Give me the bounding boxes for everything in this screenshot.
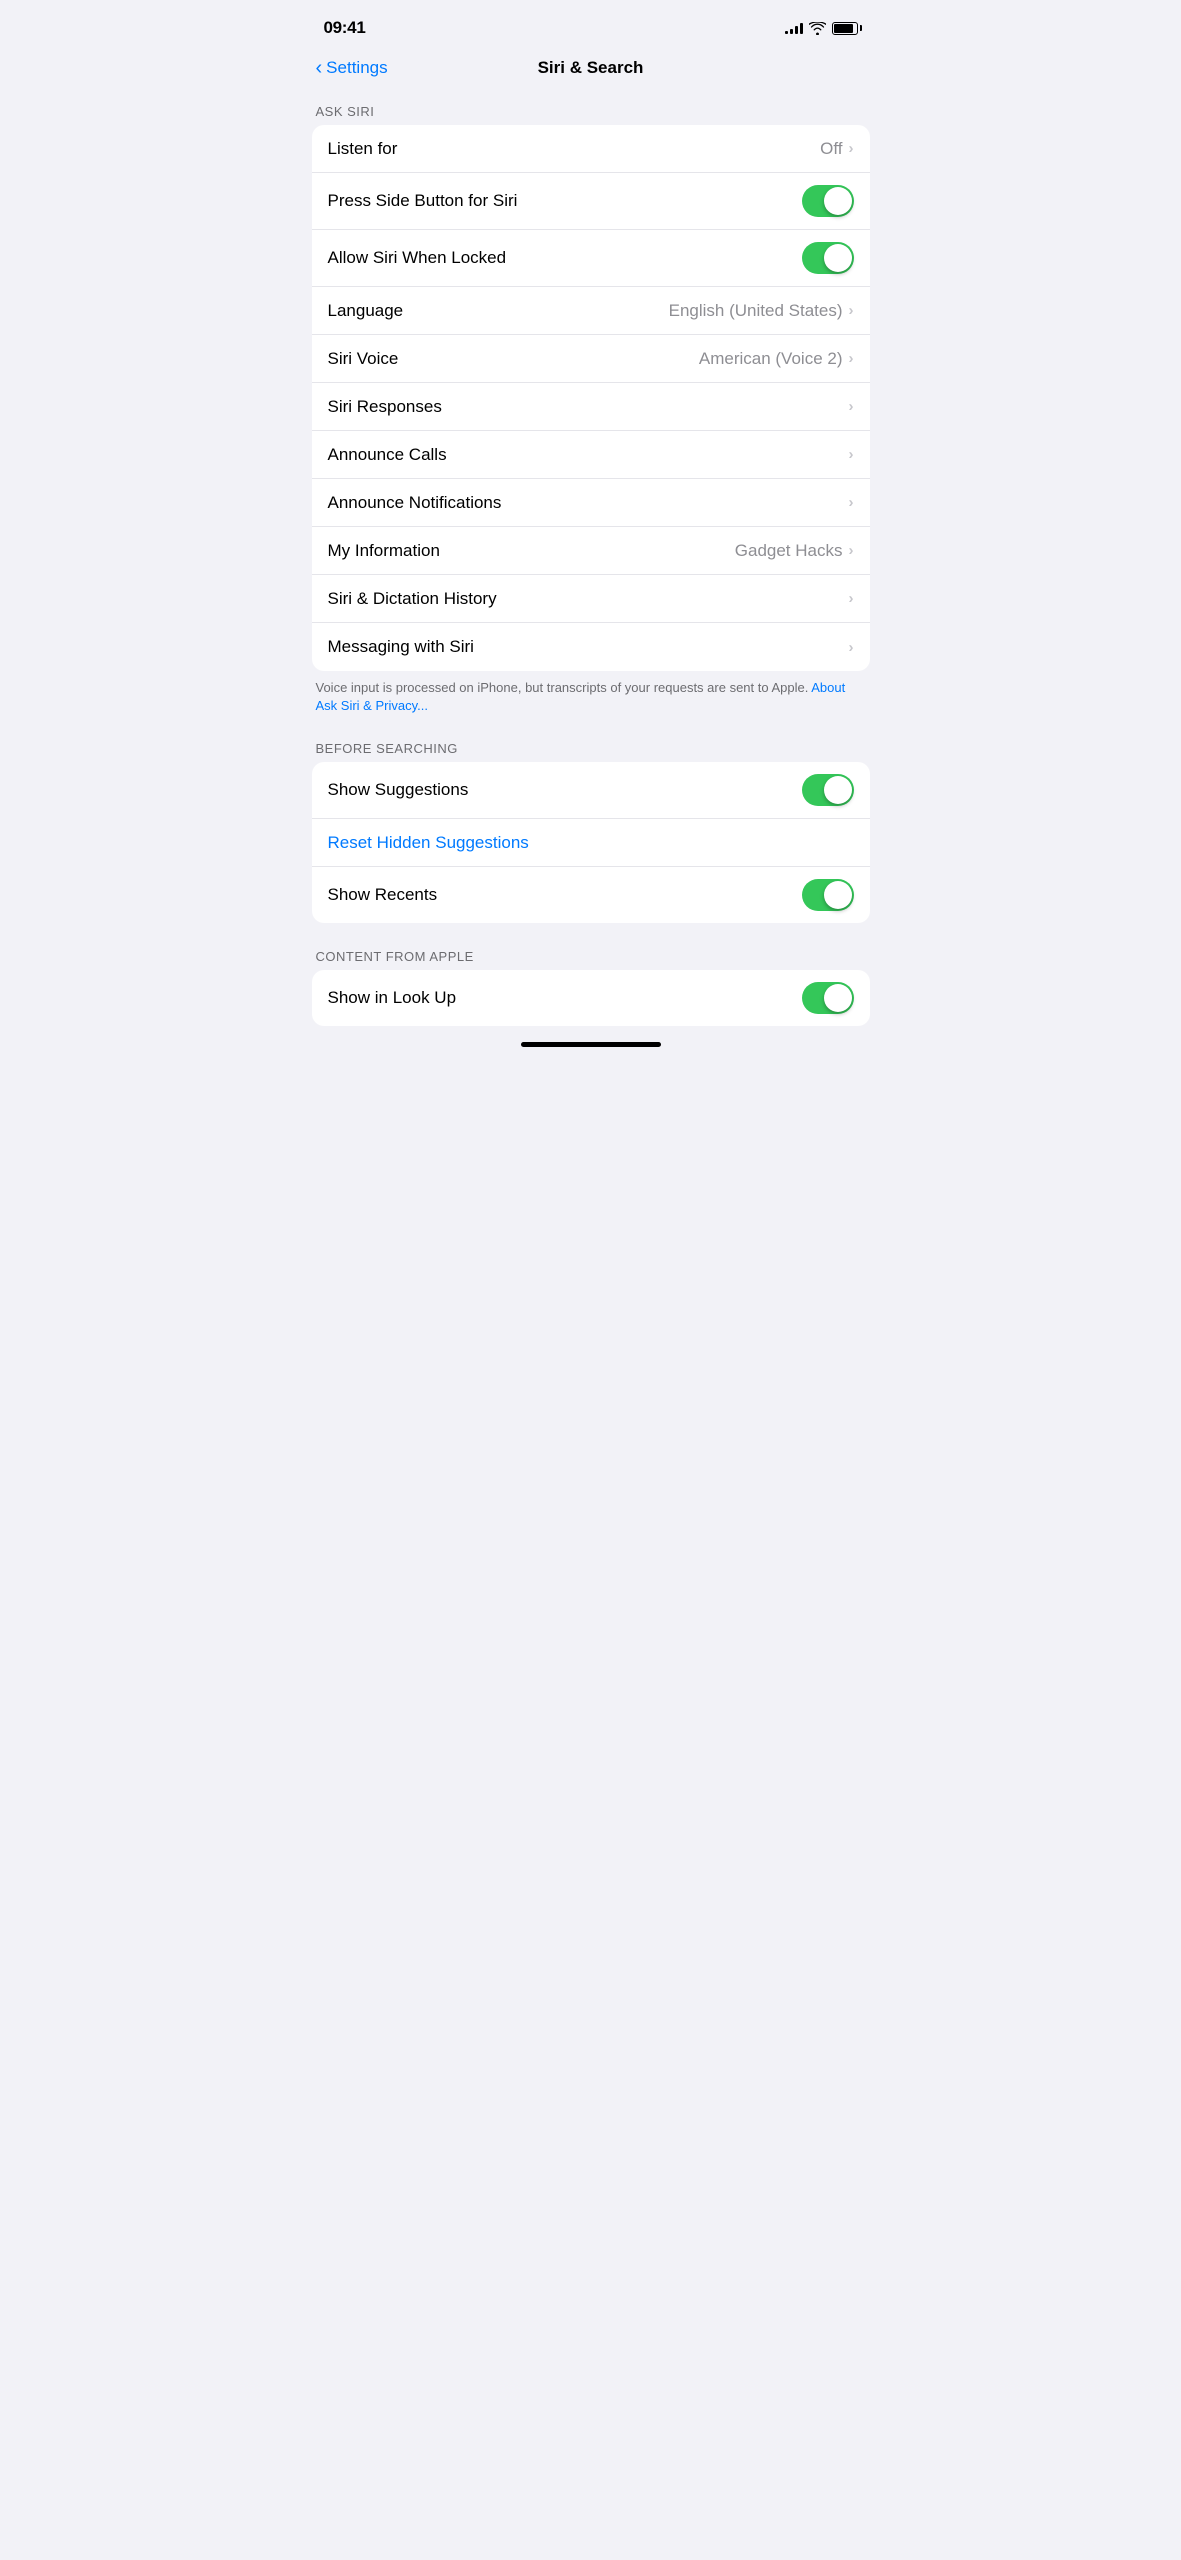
- listen-for-value: Off: [820, 139, 842, 159]
- siri-dictation-history-label: Siri & Dictation History: [328, 589, 849, 609]
- reset-hidden-suggestions-link[interactable]: Reset Hidden Suggestions: [328, 833, 529, 853]
- my-information-label: My Information: [328, 541, 735, 561]
- listen-for-row[interactable]: Listen for Off ›: [312, 125, 870, 173]
- show-look-up-row[interactable]: Show in Look Up: [312, 970, 870, 1026]
- ask-siri-header: ASK SIRI: [296, 94, 886, 125]
- listen-for-right: Off ›: [820, 139, 853, 159]
- messaging-siri-label: Messaging with Siri: [328, 637, 849, 657]
- chevron-right-icon: ›: [849, 494, 854, 511]
- back-chevron-icon: ‹: [316, 58, 323, 78]
- language-value: English (United States): [669, 301, 843, 321]
- signal-icon: [785, 22, 803, 34]
- allow-locked-row[interactable]: Allow Siri When Locked: [312, 230, 870, 287]
- siri-voice-value: American (Voice 2): [699, 349, 843, 369]
- before-searching-card: Show Suggestions Reset Hidden Suggestion…: [312, 762, 870, 923]
- show-look-up-label: Show in Look Up: [328, 988, 802, 1008]
- chevron-right-icon: ›: [849, 302, 854, 319]
- page-title: Siri & Search: [538, 58, 644, 78]
- nav-bar: ‹ Settings Siri & Search: [296, 50, 886, 94]
- reset-hidden-suggestions-row[interactable]: Reset Hidden Suggestions: [312, 819, 870, 867]
- chevron-right-icon: ›: [849, 542, 854, 559]
- show-suggestions-row[interactable]: Show Suggestions: [312, 762, 870, 819]
- listen-for-label: Listen for: [328, 139, 821, 159]
- before-searching-header: BEFORE SEARCHING: [296, 731, 886, 762]
- allow-locked-label: Allow Siri When Locked: [328, 248, 802, 268]
- show-recents-row[interactable]: Show Recents: [312, 867, 870, 923]
- back-button[interactable]: ‹ Settings: [316, 58, 388, 78]
- my-information-row[interactable]: My Information Gadget Hacks ›: [312, 527, 870, 575]
- status-bar: 09:41: [296, 0, 886, 50]
- back-label: Settings: [326, 58, 387, 78]
- announce-notifications-label: Announce Notifications: [328, 493, 849, 513]
- siri-dictation-right: ›: [849, 590, 854, 607]
- my-information-value: Gadget Hacks: [735, 541, 843, 561]
- siri-dictation-history-row[interactable]: Siri & Dictation History ›: [312, 575, 870, 623]
- home-indicator: [521, 1042, 661, 1047]
- press-side-button-toggle[interactable]: [802, 185, 854, 217]
- siri-voice-right: American (Voice 2) ›: [699, 349, 854, 369]
- wifi-icon: [809, 22, 826, 35]
- status-icons: [785, 22, 858, 35]
- allow-locked-toggle[interactable]: [802, 242, 854, 274]
- siri-responses-row[interactable]: Siri Responses ›: [312, 383, 870, 431]
- battery-icon: [832, 22, 858, 35]
- messaging-siri-row[interactable]: Messaging with Siri ›: [312, 623, 870, 671]
- siri-voice-label: Siri Voice: [328, 349, 699, 369]
- chevron-right-icon: ›: [849, 446, 854, 463]
- show-suggestions-label: Show Suggestions: [328, 780, 802, 800]
- press-side-button-label: Press Side Button for Siri: [328, 191, 802, 211]
- chevron-right-icon: ›: [849, 398, 854, 415]
- announce-notifications-row[interactable]: Announce Notifications ›: [312, 479, 870, 527]
- announce-notifications-right: ›: [849, 494, 854, 511]
- show-suggestions-toggle[interactable]: [802, 774, 854, 806]
- language-row[interactable]: Language English (United States) ›: [312, 287, 870, 335]
- press-side-button-row[interactable]: Press Side Button for Siri: [312, 173, 870, 230]
- announce-calls-right: ›: [849, 446, 854, 463]
- content-from-apple-card: Show in Look Up: [312, 970, 870, 1026]
- ask-siri-card: Listen for Off › Press Side Button for S…: [312, 125, 870, 671]
- chevron-right-icon: ›: [849, 350, 854, 367]
- chevron-right-icon: ›: [849, 590, 854, 607]
- status-time: 09:41: [324, 18, 366, 38]
- show-recents-toggle[interactable]: [802, 879, 854, 911]
- announce-calls-label: Announce Calls: [328, 445, 849, 465]
- content-from-apple-header: CONTENT FROM APPLE: [296, 939, 886, 970]
- language-right: English (United States) ›: [669, 301, 854, 321]
- messaging-siri-right: ›: [849, 639, 854, 656]
- show-recents-label: Show Recents: [328, 885, 802, 905]
- chevron-right-icon: ›: [849, 639, 854, 656]
- my-information-right: Gadget Hacks ›: [735, 541, 854, 561]
- ask-siri-footer: Voice input is processed on iPhone, but …: [296, 671, 886, 731]
- announce-calls-row[interactable]: Announce Calls ›: [312, 431, 870, 479]
- chevron-right-icon: ›: [849, 140, 854, 157]
- siri-responses-right: ›: [849, 398, 854, 415]
- siri-voice-row[interactable]: Siri Voice American (Voice 2) ›: [312, 335, 870, 383]
- language-label: Language: [328, 301, 669, 321]
- siri-responses-label: Siri Responses: [328, 397, 849, 417]
- show-look-up-toggle[interactable]: [802, 982, 854, 1014]
